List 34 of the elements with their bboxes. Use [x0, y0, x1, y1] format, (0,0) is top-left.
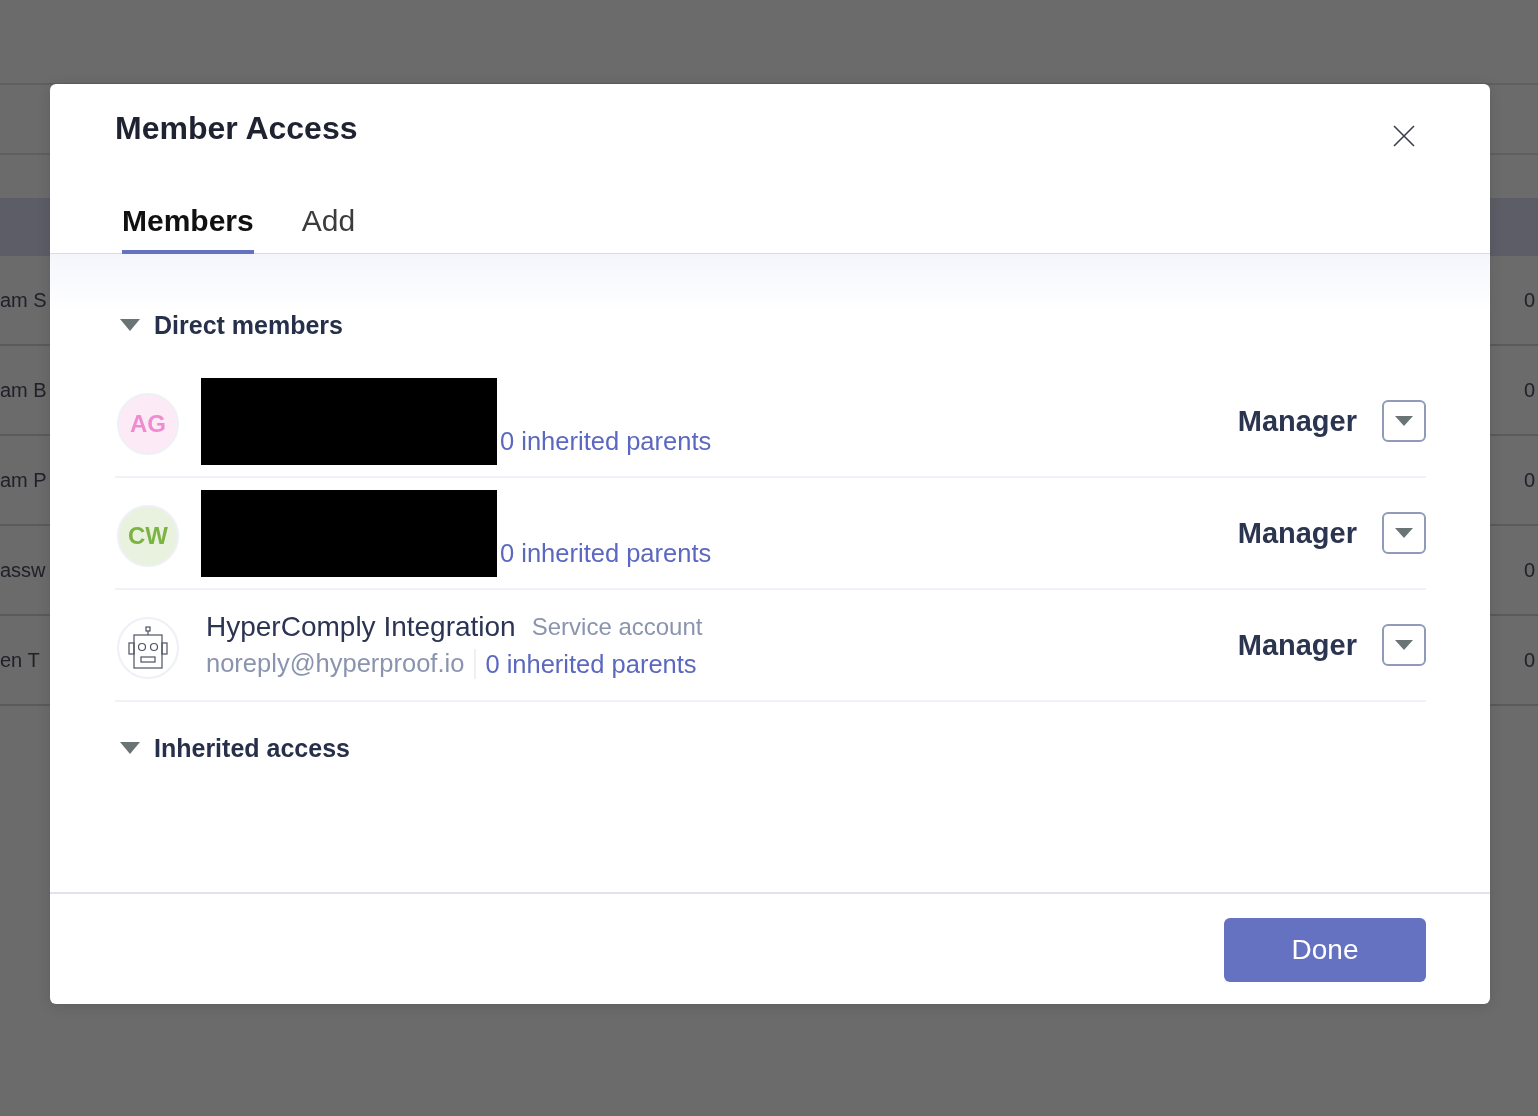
account-type: Service account — [531, 612, 703, 641]
inherited-parents-link[interactable]: 0 inherited parents — [485, 645, 697, 682]
member-name: HyperComply Integration — [206, 610, 516, 643]
caret-down-icon — [1395, 416, 1413, 426]
role-dropdown-button[interactable] — [1382, 512, 1426, 554]
close-icon[interactable] — [1393, 125, 1415, 147]
role-dropdown-button[interactable] — [1382, 400, 1426, 442]
inherited-parents-link[interactable]: 0 inherited parents — [500, 423, 712, 459]
section-toggle[interactable]: Direct members — [115, 309, 343, 341]
section-toggle[interactable]: Inherited access — [115, 732, 350, 764]
table-cell: am S — [0, 288, 47, 312]
table-cell: am P — [0, 468, 47, 492]
caret-down-icon — [1395, 640, 1413, 650]
table-cell: am B — [0, 378, 47, 402]
table-cell: 0 — [1523, 378, 1535, 402]
role-label: Manager — [1237, 404, 1357, 438]
dialog-title: Member Access — [115, 110, 358, 146]
done-button[interactable]: Done — [1224, 918, 1426, 982]
table-cell: 0 — [1523, 288, 1535, 312]
role-dropdown-button[interactable] — [1382, 624, 1426, 666]
caret-down-icon — [1395, 528, 1413, 538]
table-cell: 0 — [1523, 648, 1535, 672]
role-label: Manager — [1237, 628, 1357, 662]
table-cell: assw — [0, 558, 46, 582]
table-cell: en T — [0, 648, 40, 672]
initials-avatar: CW — [117, 505, 179, 567]
table-cell: 0 — [1523, 468, 1535, 492]
inherited-parents-link[interactable]: 0 inherited parents — [500, 535, 712, 571]
robot-icon — [117, 617, 179, 679]
member-email: noreply@hyperproof.io — [206, 649, 465, 678]
table-cell: 0 — [1523, 558, 1535, 582]
initials-avatar: AG — [117, 393, 179, 455]
role-label: Manager — [1237, 516, 1357, 550]
tab[interactable]: Add — [301, 204, 356, 254]
